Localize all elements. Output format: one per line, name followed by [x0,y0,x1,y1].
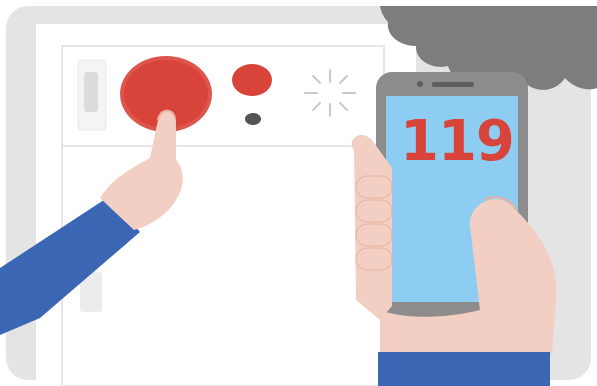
right-sleeve [378,352,550,386]
indicator-dot-icon [245,113,261,125]
phone-screen-number: 119 [400,109,515,174]
panel-slot-handle [84,72,98,112]
fire-alarm-illustration [0,6,597,386]
indicator-lamp-icon [232,64,272,96]
